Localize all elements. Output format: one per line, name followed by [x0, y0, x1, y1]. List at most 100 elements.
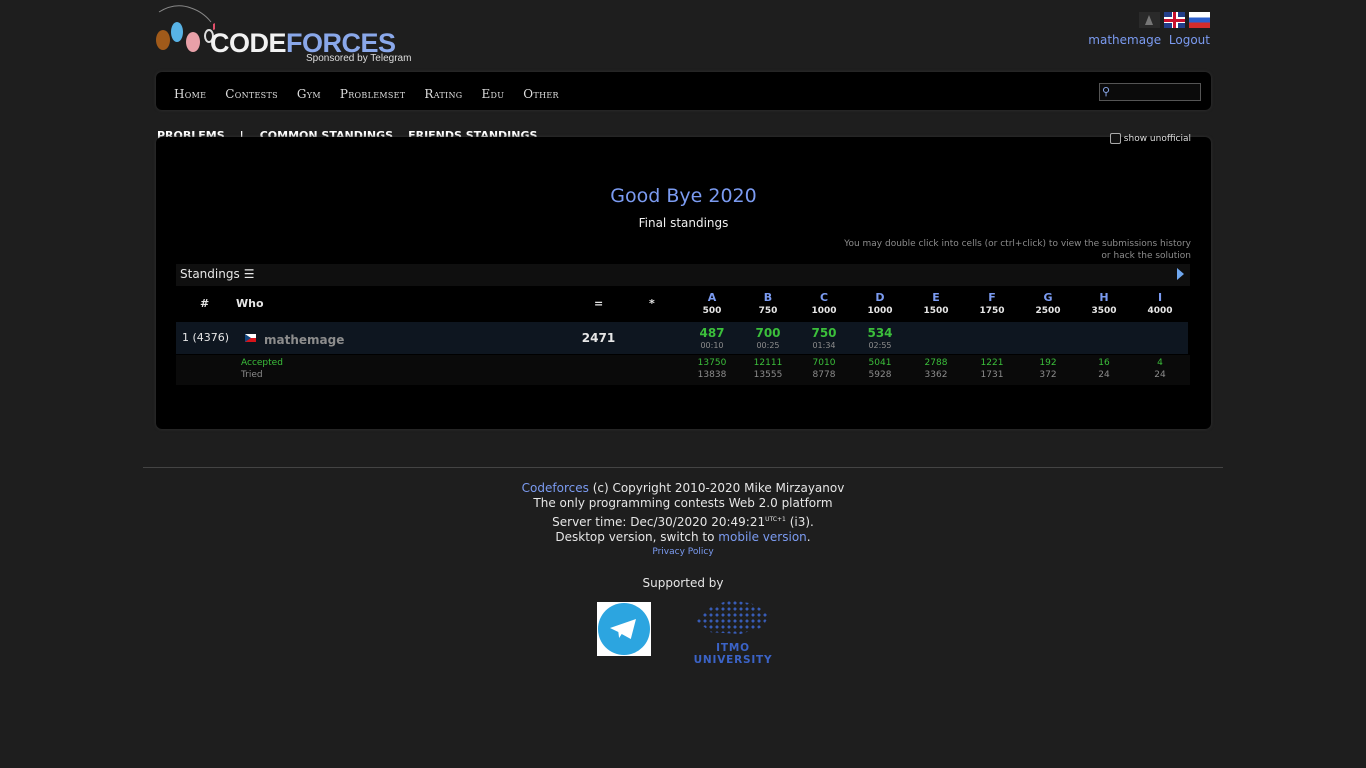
mobile-version-link[interactable]: mobile version [718, 530, 806, 544]
contest-title[interactable]: Good Bye 2020 [156, 185, 1211, 207]
cell-score: 534 [867, 326, 893, 340]
itmo-logo[interactable]: ITMO UNIVERSITY [678, 600, 788, 666]
menu-item-gym[interactable]: Gym [297, 87, 321, 101]
logo-sponsor-text: Sponsored by Telegram [306, 53, 412, 64]
menu-item-other[interactable]: Other [523, 87, 559, 101]
footer-period: . [806, 529, 811, 544]
list-icon[interactable]: ☰ [244, 267, 255, 281]
header-penalty: * [649, 297, 655, 310]
problem-header-c[interactable]: C 1000 [804, 291, 844, 316]
problem-header-e[interactable]: E 1500 [916, 291, 956, 316]
cell-time: 01:34 [812, 341, 836, 350]
accepted-count: 7010 [812, 358, 836, 368]
problem-header-i[interactable]: I 4000 [1140, 291, 1180, 316]
problem-letter[interactable]: B [748, 291, 788, 304]
standings-bar: Standings ☰ [176, 264, 1190, 286]
cell-problem-a[interactable]: 487 00:10 [692, 326, 732, 350]
table-row: 1 (4376) mathemage 2471 487 00:10 700 00:2… [176, 322, 1188, 354]
tried-count: 3362 [924, 370, 948, 380]
problem-letter[interactable]: G [1028, 291, 1068, 304]
main-menu: Home Contests Gym Problemset Rating Edu … [156, 72, 1211, 110]
english-flag-icon[interactable] [1164, 12, 1185, 28]
supported-by-label: Supported by [642, 576, 724, 590]
tried-count: 5928 [868, 370, 892, 380]
problem-letter[interactable]: A [692, 291, 732, 304]
menu-item-problemset[interactable]: Problemset [340, 87, 406, 101]
accepted-count: 5041 [868, 358, 892, 368]
problem-letter[interactable]: D [860, 291, 900, 304]
accepted-count: 16 [1098, 358, 1110, 368]
standings-table-header: # Who = * A 500 B 750 C 1000 D 1000 E 1500 F 1… [176, 286, 1190, 322]
codeforces-link[interactable]: Codeforces [522, 481, 589, 495]
problem-header-d[interactable]: D 1000 [860, 291, 900, 316]
cell-time: 00:25 [756, 341, 780, 350]
username-link[interactable]: mathemage [1088, 33, 1161, 47]
cell-problem-d[interactable]: 534 02:55 [860, 326, 900, 350]
problem-letter[interactable]: C [804, 291, 844, 304]
header-rank: # [200, 297, 210, 310]
standings-subtitle: Final standings [638, 216, 729, 230]
footer: Codeforces (c) Copyright 2010-2020 Mike … [143, 481, 1223, 560]
standings-label-text: Standings [180, 267, 240, 281]
privacy-policy-link[interactable]: Privacy Policy [652, 547, 713, 557]
problem-points: 1750 [979, 306, 1005, 316]
menu-item-contests[interactable]: Contests [225, 87, 278, 101]
cell-score: 487 [699, 326, 725, 340]
participant-handle[interactable]: mathemage [264, 333, 344, 347]
cell-problem-c[interactable]: 750 01:34 [804, 326, 844, 350]
accepted-count: 13750 [697, 358, 727, 368]
tried-label: Tried [241, 370, 263, 380]
problem-letter[interactable]: H [1084, 291, 1124, 304]
problem-points: 2500 [1035, 306, 1061, 316]
problem-points: 1000 [867, 306, 893, 316]
problem-header-f[interactable]: F 1750 [972, 291, 1012, 316]
desktop-version-line: Desktop version, switch to mobile versio… [143, 530, 1223, 545]
copyright-text: (c) Copyright 2010-2020 Mike Mirzayanov [592, 481, 845, 495]
search-input[interactable]: ⚲ [1099, 83, 1201, 101]
christmas-lights-icon [156, 5, 215, 52]
menu-item-rating[interactable]: Rating [424, 87, 462, 101]
accepted-label: Accepted [241, 358, 283, 368]
problem-points: 1000 [811, 306, 837, 316]
accepted-count: 192 [1039, 358, 1057, 368]
standings-label: Standings ☰ [180, 267, 254, 281]
tried-count: 8778 [812, 370, 836, 380]
cell-problem-b[interactable]: 700 00:25 [748, 326, 788, 350]
problem-header-h[interactable]: H 3500 [1084, 291, 1124, 316]
footer-copyright-line: Codeforces (c) Copyright 2010-2020 Mike … [143, 481, 1223, 496]
problem-letter[interactable]: I [1140, 291, 1180, 304]
cell-time: 02:55 [868, 341, 892, 350]
accepted-count: 2788 [924, 358, 948, 368]
accepted-count: 12111 [753, 358, 783, 368]
tried-count: 24 [1098, 370, 1110, 380]
hint-line-1: You may double click into cells (or ctrl… [844, 239, 1191, 249]
accepted-count: 1221 [980, 358, 1004, 368]
tried-count: 1731 [980, 370, 1004, 380]
logout-link[interactable]: Logout [1169, 33, 1210, 47]
footer-tagline: The only programming contests Web 2.0 pl… [533, 496, 833, 511]
menu-item-home[interactable]: Home [174, 87, 206, 101]
telegram-logo[interactable] [597, 602, 651, 656]
main-menu-items: Home Contests Gym Problemset Rating Edu … [174, 87, 559, 101]
privacy-line: Privacy Policy [143, 545, 1223, 560]
problem-header-g[interactable]: G 2500 [1028, 291, 1068, 316]
cell-time: 00:10 [700, 341, 724, 350]
server-id: (i3). [789, 514, 814, 529]
russian-flag-icon[interactable] [1189, 12, 1210, 28]
problem-letter[interactable]: F [972, 291, 1012, 304]
show-unofficial-label: show unofficial [1123, 133, 1191, 144]
server-time-value: Server time: Dec/30/2020 20:49:21 [552, 514, 766, 529]
codeforces-logo[interactable]: CODEFORCES Sponsored by Telegram [155, 2, 415, 66]
show-unofficial-checkbox[interactable] [1109, 133, 1121, 144]
next-arrow-icon[interactable] [1177, 268, 1184, 280]
notification-bell-icon[interactable] [1139, 12, 1160, 28]
hint-line-2: or hack the solution [1101, 251, 1191, 261]
problem-letter[interactable]: E [916, 291, 956, 304]
problem-header-b[interactable]: B 750 [748, 291, 788, 316]
standings-hint: You may double click into cells (or ctrl… [844, 238, 1191, 262]
menu-item-edu[interactable]: Edu [481, 87, 504, 101]
contest-title-link[interactable]: Good Bye 2020 [610, 185, 756, 207]
problem-header-a[interactable]: A 500 [692, 291, 732, 316]
server-time: Server time: Dec/30/2020 20:49:21UTC+1 (… [143, 512, 1223, 530]
cell-score: 750 [811, 326, 837, 340]
